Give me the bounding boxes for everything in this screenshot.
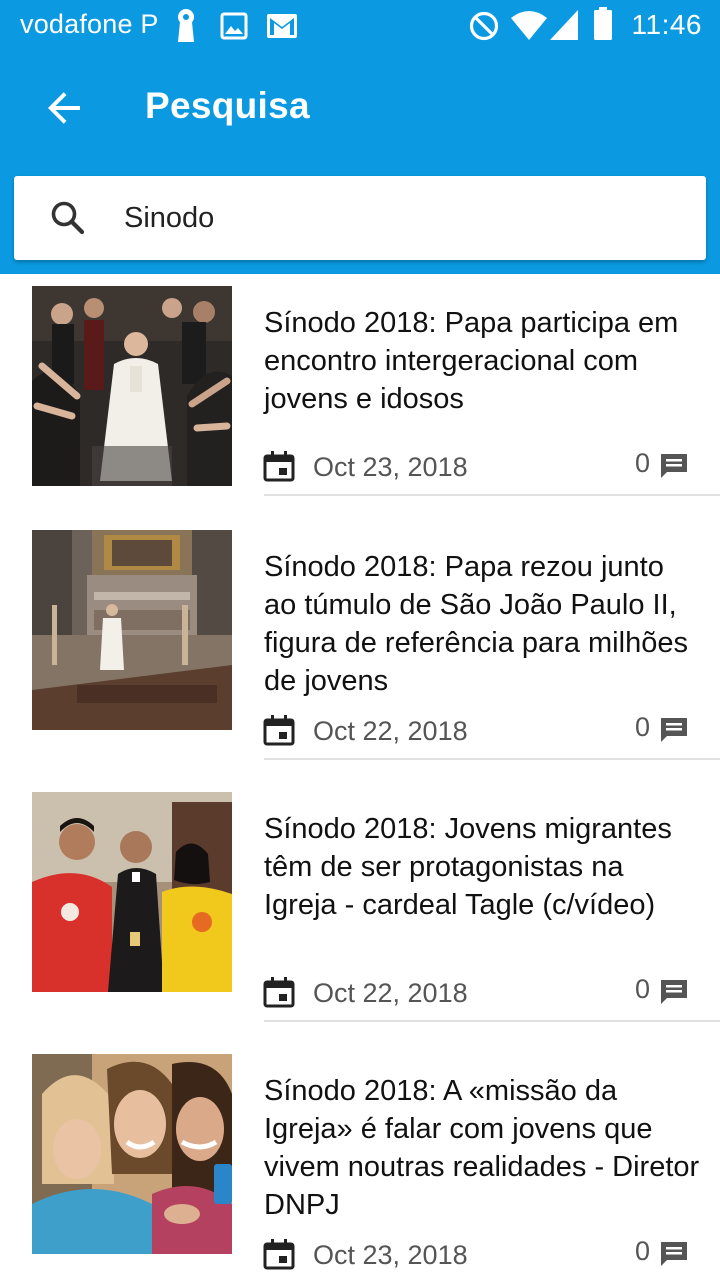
result-title[interactable]: Sínodo 2018: Jovens migrantes têm de ser… xyxy=(264,810,704,924)
status-bar: vodafone P 11:46 xyxy=(0,0,720,52)
comment-icon[interactable] xyxy=(658,714,690,746)
back-arrow-icon[interactable] xyxy=(40,84,88,132)
calendar-icon xyxy=(263,715,295,746)
comment-count: 0 xyxy=(635,974,651,1004)
calendar-icon xyxy=(263,977,295,1008)
status-time: 11:46 xyxy=(631,9,702,40)
wifi-icon xyxy=(511,11,547,40)
calendar-icon xyxy=(263,1239,295,1270)
result-date: Oct 23, 2018 xyxy=(313,452,468,482)
result-title[interactable]: Sínodo 2018: Papa participa em encontro … xyxy=(264,304,704,418)
battery-icon xyxy=(594,7,612,40)
result-thumbnail[interactable] xyxy=(32,792,232,992)
result-date: Oct 23, 2018 xyxy=(313,1240,468,1270)
result-title[interactable]: Sínodo 2018: Papa rezou junto ao túmulo … xyxy=(264,548,704,700)
app-header: vodafone P 11:46 Pesquisa Sinodo xyxy=(0,0,720,274)
comment-icon[interactable] xyxy=(658,976,690,1008)
result-item[interactable]: Sínodo 2018: A «missão da Igreja» é fala… xyxy=(0,1042,720,1280)
comment-icon[interactable] xyxy=(658,450,690,482)
result-date: Oct 22, 2018 xyxy=(313,716,468,746)
item-divider xyxy=(264,1020,720,1022)
result-item[interactable]: Sínodo 2018: Papa rezou junto ao túmulo … xyxy=(0,518,720,780)
calendar-icon xyxy=(263,451,295,482)
tomb-prayer-image xyxy=(32,530,232,730)
keyhole-icon xyxy=(178,9,194,42)
image-icon xyxy=(220,12,248,40)
page-title: Pesquisa xyxy=(145,85,310,126)
search-box[interactable] xyxy=(14,176,706,260)
young-migrants-image xyxy=(32,792,232,992)
result-date: Oct 22, 2018 xyxy=(313,978,468,1008)
result-title[interactable]: Sínodo 2018: A «missão da Igreja» é fala… xyxy=(264,1072,704,1224)
gmail-icon xyxy=(267,14,297,38)
result-item[interactable]: Sínodo 2018: Papa participa em encontro … xyxy=(0,274,720,536)
item-divider xyxy=(264,758,720,760)
comment-count: 0 xyxy=(635,448,651,478)
pope-crowd-image xyxy=(32,286,232,486)
app-screen: vodafone P 11:46 Pesquisa Sinodo Sínodo … xyxy=(0,0,720,1280)
signal-icon xyxy=(550,10,578,40)
comment-count: 0 xyxy=(635,712,651,742)
young-women-smartphone-image xyxy=(32,1054,232,1254)
comment-icon[interactable] xyxy=(658,1238,690,1270)
result-thumbnail[interactable] xyxy=(32,1054,232,1254)
results-list: Sínodo 2018: Papa participa em encontro … xyxy=(0,274,720,1280)
item-divider xyxy=(264,494,720,496)
do-not-disturb-icon xyxy=(469,11,499,41)
search-icon xyxy=(51,201,85,235)
result-thumbnail[interactable] xyxy=(32,530,232,730)
search-input[interactable] xyxy=(124,190,684,246)
result-thumbnail[interactable] xyxy=(32,286,232,486)
comment-count: 0 xyxy=(635,1236,651,1266)
carrier-name: vodafone P xyxy=(20,9,159,39)
toolbar: Pesquisa xyxy=(0,52,720,164)
result-item[interactable]: Sínodo 2018: Jovens migrantes têm de ser… xyxy=(0,780,720,1042)
